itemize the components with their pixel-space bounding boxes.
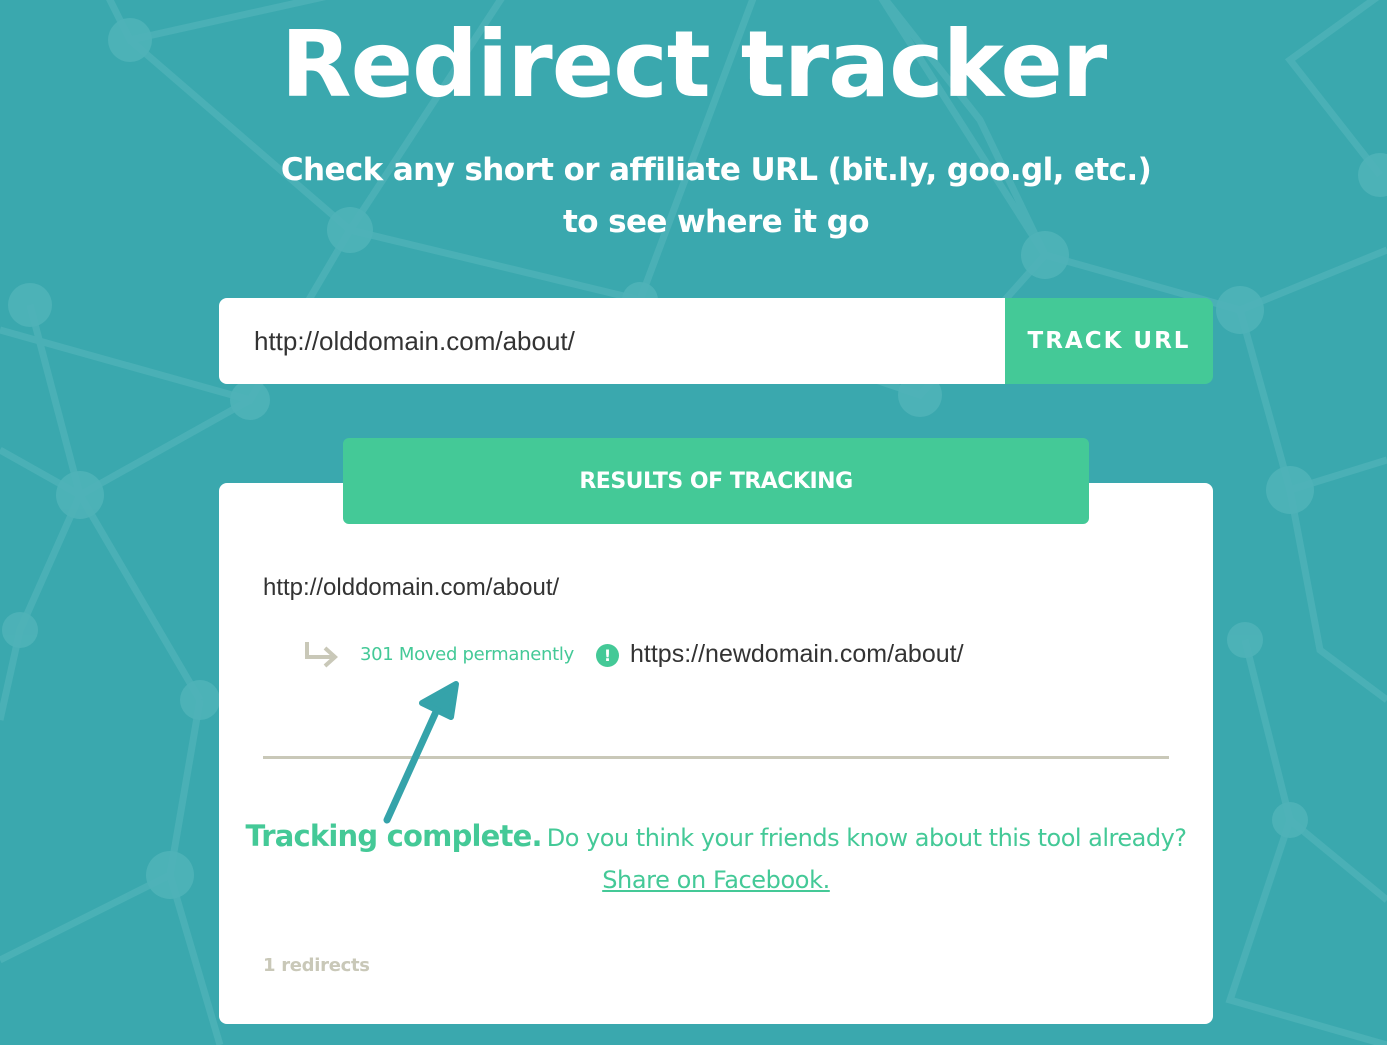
divider (263, 756, 1169, 759)
url-input[interactable] (219, 298, 1007, 384)
redirect-status: 301 Moved permanently (360, 644, 574, 665)
target-url: https://newdomain.com/about/ (630, 640, 964, 668)
share-facebook-link[interactable]: Share on Facebook. (219, 860, 1213, 900)
info-icon[interactable]: ! (596, 644, 619, 667)
source-url: http://olddomain.com/about/ (263, 574, 560, 601)
track-url-button[interactable]: TRACK URL (1005, 298, 1213, 384)
tracking-complete-message: Tracking complete. Do you think your fri… (219, 814, 1213, 863)
share-prompt-text: Do you think your friends know about thi… (546, 824, 1187, 852)
redirect-count: 1 redirects (263, 955, 370, 976)
page-subtitle: Check any short or affiliate URL (bit.ly… (280, 152, 1152, 240)
redirect-arrow-icon (305, 642, 338, 668)
page-title: Redirect tracker (280, 11, 1107, 118)
tracking-complete-label: Tracking complete. (245, 819, 542, 853)
results-card (219, 483, 1213, 1024)
results-header: RESULTS OF TRACKING (343, 438, 1089, 524)
